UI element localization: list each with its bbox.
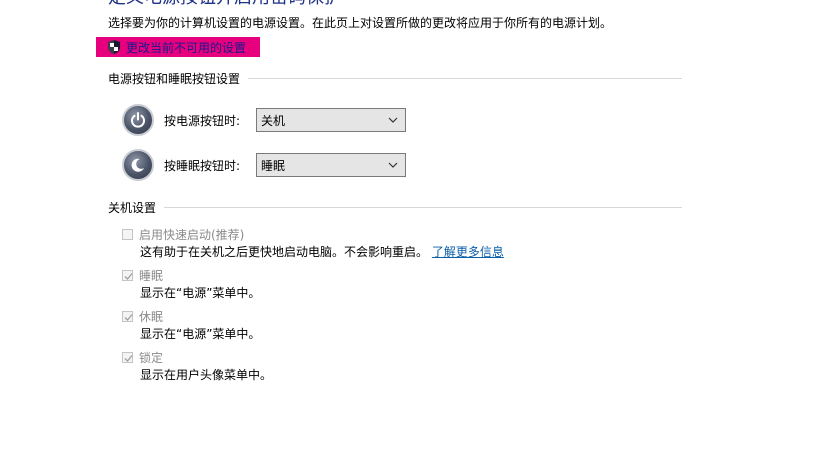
- chevron-down-icon: [388, 117, 398, 123]
- hibernate-option: 休眠 显示在“电源”菜单中。: [122, 307, 260, 343]
- sleep-button-label: 按睡眠按钮时:: [164, 158, 241, 173]
- chevron-down-icon: [388, 162, 398, 168]
- page-title: 定义电源按钮并启用密码保护: [108, 0, 342, 8]
- power-options-page: 定义电源按钮并启用密码保护 选择要为你的计算机设置的电源设置。在此页上对设置所做…: [0, 0, 827, 461]
- fast-startup-checkbox[interactable]: [122, 228, 133, 240]
- uac-shield-icon: [108, 40, 120, 54]
- sleep-label: 睡眠: [139, 268, 164, 283]
- page-description: 选择要为你的计算机设置的电源设置。在此页上对设置所做的更改将应用于你所有的电源计…: [108, 16, 613, 30]
- divider: [248, 78, 682, 79]
- lock-checkbox[interactable]: [122, 351, 133, 363]
- section-title: 关机设置: [108, 201, 157, 215]
- section-title: 电源按钮和睡眠按钮设置: [108, 72, 241, 86]
- hibernate-description: 显示在“电源”菜单中。: [140, 327, 261, 341]
- change-unavailable-settings-link[interactable]: 更改当前不可用的设置: [96, 37, 260, 57]
- power-icon: [122, 104, 154, 136]
- lock-option: 锁定 显示在用户头像菜单中。: [122, 348, 272, 384]
- power-button-action-value: 关机: [261, 113, 286, 128]
- learn-more-link[interactable]: 了解更多信息: [432, 245, 504, 259]
- change-settings-label: 更改当前不可用的设置: [126, 40, 247, 55]
- lock-description: 显示在用户头像菜单中。: [140, 368, 273, 382]
- divider: [164, 207, 682, 208]
- fast-startup-label: 启用快速启动(推荐): [139, 227, 245, 242]
- shutdown-section-header: 关机设置: [108, 199, 682, 216]
- hibernate-checkbox[interactable]: [122, 310, 133, 322]
- sleep-description: 显示在“电源”菜单中。: [140, 286, 261, 300]
- fast-startup-description: 这有助于在关机之后更快地启动电脑。不会影响重启。: [140, 245, 429, 259]
- fast-startup-option: 启用快速启动(推荐) 这有助于在关机之后更快地启动电脑。不会影响重启。 了解更多…: [122, 225, 504, 261]
- lock-label: 锁定: [139, 350, 164, 365]
- power-button-label: 按电源按钮时:: [164, 113, 241, 128]
- hibernate-label: 休眠: [139, 309, 164, 324]
- sleep-button-action-value: 睡眠: [261, 158, 286, 173]
- checkmark-icon: [124, 313, 133, 321]
- power-buttons-section-header: 电源按钮和睡眠按钮设置: [108, 70, 682, 87]
- power-button-row: 按电源按钮时: 关机: [122, 104, 406, 136]
- sleep-button-action-select[interactable]: 睡眠: [256, 153, 406, 177]
- checkmark-icon: [124, 354, 133, 362]
- checkmark-icon: [124, 272, 133, 280]
- sleep-checkbox[interactable]: [122, 269, 133, 281]
- sleep-moon-icon: [122, 149, 154, 181]
- power-button-action-select[interactable]: 关机: [256, 108, 406, 132]
- sleep-button-row: 按睡眠按钮时: 睡眠: [122, 149, 406, 181]
- sleep-option: 睡眠 显示在“电源”菜单中。: [122, 266, 260, 302]
